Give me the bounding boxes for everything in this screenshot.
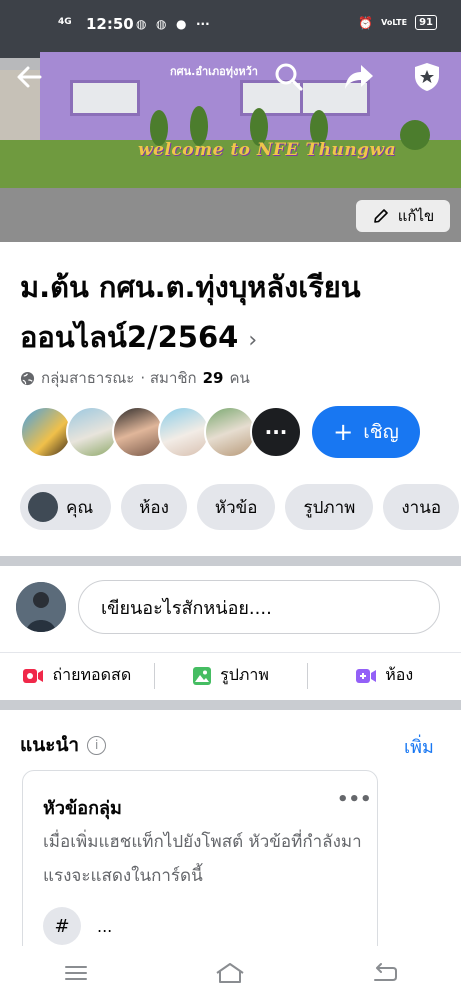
group-tabs: คุณ ห้อง หัวข้อ รูปภาพ งานอ	[20, 484, 461, 530]
plus-icon: +	[333, 418, 354, 446]
group-privacy: กลุ่มสาธารณะ	[41, 369, 135, 387]
tab-events[interactable]: งานอ	[383, 484, 460, 530]
action-label: รูปภาพ	[220, 665, 269, 684]
member-avatars[interactable]: ···	[20, 406, 320, 458]
home-icon[interactable]	[214, 961, 246, 985]
user-photo	[16, 582, 66, 632]
system-nav-bar	[0, 946, 461, 1000]
tab-label: รูปภาพ	[303, 497, 356, 518]
members-count: 29	[202, 369, 224, 387]
invite-button[interactable]: + เชิญ	[312, 406, 420, 458]
volte-indicator: VoLTE	[381, 18, 408, 27]
action-label: ห้อง	[385, 665, 414, 684]
card-ellipsis: ...	[97, 917, 113, 936]
avatar[interactable]	[158, 406, 210, 458]
back-button[interactable]	[10, 58, 48, 96]
shield-star-icon	[415, 63, 439, 91]
section-divider	[0, 700, 461, 710]
see-more-link[interactable]: เพิ่ม	[404, 732, 434, 761]
members-suffix: คน	[229, 369, 250, 387]
card-title: หัวข้อกลุ่ม	[43, 798, 122, 819]
cover-welcome-text: welcome to NFE Thungwa	[138, 140, 397, 160]
tab-topics[interactable]: หัวข้อ	[196, 484, 276, 530]
chat-notification-icon: ●	[176, 17, 187, 31]
section-divider	[0, 556, 461, 566]
write-post-input[interactable]: เขียนอะไรสักหน่อย....	[78, 580, 440, 634]
invite-label: เชิญ	[363, 421, 399, 443]
action-label: ถ่ายทอดสด	[52, 665, 132, 684]
user-avatar-mini	[28, 492, 58, 522]
tab-label: งานอ	[401, 497, 442, 518]
messenger-notification-icon: ◍	[136, 17, 147, 31]
cover-sign: กศน.อำเภอทุ่งหว้า	[170, 65, 258, 78]
avatar[interactable]	[66, 406, 118, 458]
chevron-right-icon: ›	[248, 328, 258, 353]
cover-window	[70, 80, 140, 116]
more-members-button[interactable]: ···	[250, 406, 302, 458]
tab-photos[interactable]: รูปภาพ	[285, 484, 374, 530]
tab-label: ห้อง	[139, 497, 169, 518]
status-time: 12:50	[86, 15, 134, 33]
live-video-icon	[23, 668, 44, 683]
tab-rooms[interactable]: ห้อง	[121, 484, 187, 530]
card-description: เมื่อเพิ่มแฮชแท็กไปยังโพสต์ หัวข้อที่กำล…	[43, 832, 362, 886]
group-title[interactable]: ม.ต้น กศน.ต.ทุ่งบุหลังเรียนออนไลน์2/2564…	[20, 262, 450, 366]
group-topics-card[interactable]: หัวข้อกลุ่ม ••• เมื่อเพิ่มแฮชแท็กไปยังโพ…	[22, 770, 378, 970]
more-options-icon[interactable]: •••	[337, 789, 372, 810]
battery-indicator: 91	[415, 15, 437, 30]
share-button[interactable]	[340, 58, 378, 96]
room-button[interactable]: ห้อง	[307, 653, 461, 698]
avatar[interactable]	[112, 406, 164, 458]
live-video-button[interactable]: ถ่ายทอดสด	[0, 653, 154, 698]
status-bar: 4G 12:50 ◍ ◍ ● ··· ⏰ VoLTE 91	[0, 0, 461, 48]
photo-button[interactable]: รูปภาพ	[153, 653, 308, 698]
edit-cover-button[interactable]: แก้ไข	[356, 200, 450, 232]
members-prefix: · สมาชิก	[140, 369, 197, 387]
avatar[interactable]	[20, 406, 72, 458]
photo-icon	[193, 666, 212, 685]
alarm-icon: ⏰	[358, 15, 374, 30]
pencil-icon	[373, 209, 388, 223]
globe-icon	[20, 371, 35, 385]
suggestions-heading: แนะนำ i	[20, 730, 107, 760]
composer-placeholder: เขียนอะไรสักหน่อย....	[101, 597, 272, 619]
recent-apps-icon[interactable]	[63, 963, 89, 983]
search-icon	[275, 63, 303, 91]
admin-shield-button[interactable]	[408, 58, 446, 96]
suggestions-title: แนะนำ	[20, 734, 80, 756]
tab-label: หัวข้อ	[214, 497, 258, 518]
search-button[interactable]	[270, 58, 308, 96]
more-notifications-icon: ···	[196, 17, 210, 31]
group-meta: กลุ่มสาธารณะ · สมาชิก 29 คน	[20, 366, 250, 390]
group-name: ม.ต้น กศน.ต.ทุ่งบุหลังเรียนออนไลน์2/2564	[20, 270, 361, 354]
status-right: ⏰ VoLTE 91	[358, 15, 437, 30]
network-indicator: 4G	[58, 17, 72, 27]
room-icon	[356, 668, 377, 683]
share-arrow-icon	[345, 65, 373, 89]
back-arrow-icon	[17, 66, 42, 88]
avatar[interactable]	[204, 406, 256, 458]
back-nav-icon[interactable]	[371, 962, 399, 984]
composer-actions: ถ่ายทอดสด รูปภาพ ห้อง	[0, 652, 461, 698]
user-avatar[interactable]	[16, 582, 66, 632]
messenger-notification-icon: ◍	[156, 17, 167, 31]
hashtag-icon: #	[43, 907, 81, 945]
cover-bush	[400, 120, 430, 150]
tab-label: คุณ	[66, 497, 94, 518]
tab-you[interactable]: คุณ	[20, 484, 112, 530]
edit-cover-label: แก้ไข	[397, 207, 435, 225]
info-icon[interactable]: i	[87, 735, 107, 755]
